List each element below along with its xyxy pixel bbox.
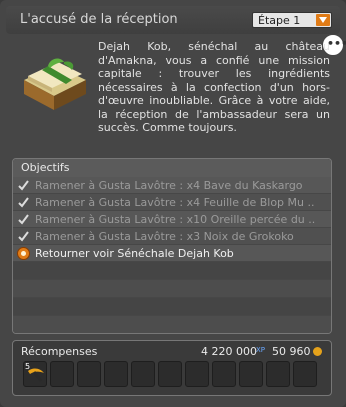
kamas-reward-value: 50 960 <box>272 345 311 358</box>
xp-icon: XP <box>256 346 266 354</box>
check-icon <box>18 231 29 242</box>
reward-slot-empty <box>77 361 101 387</box>
reward-slot-empty <box>50 361 74 387</box>
reward-slot-empty <box>212 361 236 387</box>
reward-slot-empty <box>131 361 155 387</box>
reward-slot-item[interactable]: 5 <box>23 361 47 387</box>
objective-text: Ramener à Gusta Lavôtre : x4 Feuille de … <box>35 196 315 209</box>
target-icon[interactable] <box>17 247 30 260</box>
dropdown-arrow-icon[interactable] <box>316 14 330 26</box>
empty-row <box>13 262 331 280</box>
objective-text: Ramener à Gusta Lavôtre : x10 Oreille pe… <box>35 213 315 226</box>
objective-row[interactable]: Ramener à Gusta Lavôtre : x4 Feuille de … <box>13 194 331 211</box>
quest-title: L'accusé de la réception <box>20 12 178 27</box>
pickaxe-item-icon <box>28 368 44 382</box>
objectives-title: Objectifs <box>21 161 70 174</box>
empty-row <box>13 280 331 298</box>
quest-book-icon <box>20 50 90 120</box>
kamas-icon <box>313 347 322 356</box>
quest-description: Dejah Kob, sénéchal au château d'Amakna,… <box>12 36 332 152</box>
rewards-label: Récompenses <box>21 345 98 358</box>
rewards-panel: Récompenses 4 220 000 XP 50 960 5 <box>12 340 332 396</box>
quest-window: L'accusé de la réception Étape 1 ••• Dej… <box>0 0 346 407</box>
check-icon <box>18 180 29 191</box>
objective-text: Ramener à Gusta Lavôtre : x4 Bave du Kas… <box>35 179 303 192</box>
quest-description-text: Dejah Kob, sénéchal au château d'Amakna,… <box>98 40 330 134</box>
reward-slot-empty <box>239 361 263 387</box>
check-icon <box>18 214 29 225</box>
objective-text: Ramener à Gusta Lavôtre : x3 Noix de Gro… <box>35 230 294 243</box>
step-select-value: Étape 1 <box>258 14 301 27</box>
reward-slot-empty <box>266 361 290 387</box>
objectives-list: Ramener à Gusta Lavôtre : x4 Bave du Kas… <box>13 177 331 333</box>
check-icon <box>18 197 29 208</box>
reward-slot-empty <box>293 361 317 387</box>
objective-row[interactable]: Ramener à Gusta Lavôtre : x10 Oreille pe… <box>13 211 331 228</box>
step-select[interactable]: Étape 1 <box>252 12 332 28</box>
reward-slot-empty <box>158 361 182 387</box>
empty-row <box>13 298 331 316</box>
objectives-header: Objectifs <box>13 159 331 177</box>
reward-slot-empty <box>185 361 209 387</box>
objective-row[interactable]: Ramener à Gusta Lavôtre : x3 Noix de Gro… <box>13 228 331 245</box>
objectives-panel: Objectifs Ramener à Gusta Lavôtre : x4 B… <box>12 158 332 334</box>
objective-text: Retourner voir Sénéchale Dejah Kob <box>35 247 234 260</box>
xp-reward-value: 4 220 000 <box>201 345 257 358</box>
objective-row[interactable]: Retourner voir Sénéchale Dejah Kob <box>13 245 331 262</box>
objective-row[interactable]: Ramener à Gusta Lavôtre : x4 Bave du Kas… <box>13 177 331 194</box>
empty-row <box>13 316 331 333</box>
reward-item-slots: 5 <box>23 361 317 389</box>
reward-slot-empty <box>104 361 128 387</box>
